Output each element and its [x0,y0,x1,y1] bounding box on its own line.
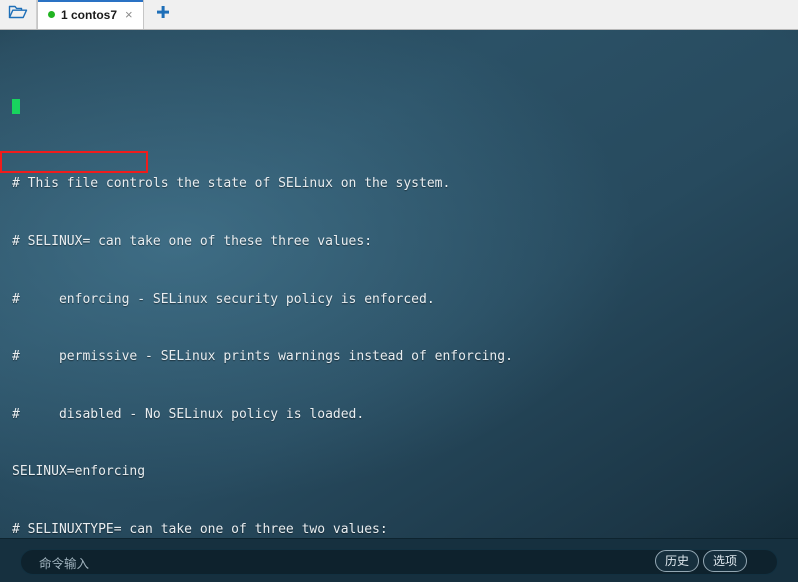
terminal-line: # permissive - SELinux prints warnings i… [12,349,513,365]
terminal-line-cursor [12,98,798,117]
plus-icon [156,5,170,24]
open-folder-button[interactable] [0,0,37,29]
terminal-line-selinux-enforcing: SELINUX=enforcing [12,464,146,480]
terminal-line: # This file controls the state of SELinu… [12,176,451,192]
terminal-text-area: # This file controls the state of SELinu… [0,30,798,538]
open-folder-icon [8,4,28,25]
terminal-line: # SELINUXTYPE= can take one of three two… [12,521,388,537]
tab-status-dot [48,11,55,18]
tab-contos7[interactable]: 1 contos7 × [37,0,144,29]
command-input-placeholder: 命令输入 [39,555,90,571]
terminal-line: # SELINUX= can take one of these three v… [12,234,373,249]
text-cursor [12,98,20,114]
tab-label: 1 contos7 [61,7,118,22]
terminal-line: # disabled - No SELinux policy is loaded… [12,406,365,422]
tab-close-icon[interactable]: × [123,8,135,21]
terminal-line: # enforcing - SELinux security policy is… [12,291,435,307]
terminal-app-window: 1 contos7 × # This file controls the sta… [0,0,798,582]
tab-bar: 1 contos7 × [0,0,798,30]
terminal-screen[interactable]: # This file controls the state of SELinu… [0,30,798,538]
options-button[interactable]: 选项 [703,550,748,572]
bottom-toolbar: 命令输入 历史 选项 CSDN @ 熬夜的程序猿 [0,538,798,582]
history-button[interactable]: 历史 [655,550,700,572]
new-tab-button[interactable] [143,0,182,29]
